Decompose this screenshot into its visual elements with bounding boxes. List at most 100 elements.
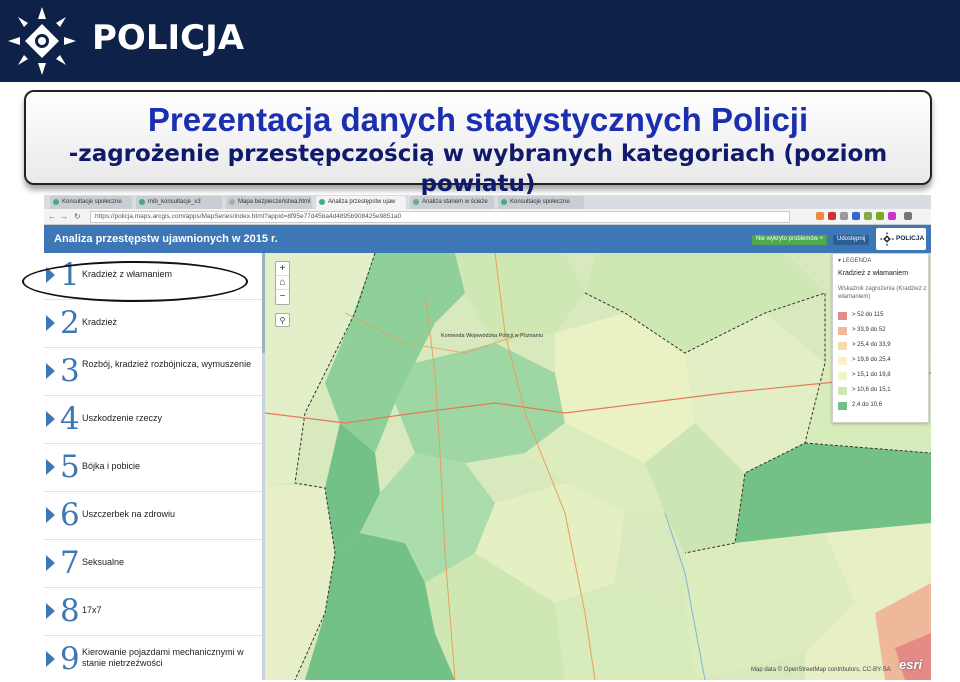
forward-icon[interactable]: → (60, 212, 68, 221)
legend-subtitle: Wskaźnik zagrożenia (Kradzież z włamanie… (838, 286, 927, 300)
page-subtitle: -zagrożenie przestępczością w wybranych … (68, 141, 888, 197)
legend-swatch (838, 372, 847, 380)
tab-favicon-icon (53, 199, 59, 205)
extension-icon[interactable] (864, 212, 872, 220)
browser-tab[interactable]: Konsultacje społeczne (498, 196, 584, 209)
extension-icon[interactable] (876, 212, 884, 220)
app-logo: POLICJA (876, 228, 926, 250)
choropleth-map[interactable]: + ⌂ − ⚲ Komenda Wojewódzka Policji w Poz… (265, 253, 931, 680)
item-label: Kradzież (82, 317, 118, 327)
legend-label: > 52 do 115 (852, 312, 884, 318)
legend-layer-title: Kradzież z włamaniem (838, 270, 909, 277)
arrow-icon (46, 459, 55, 475)
slide: POLICJA Prezentacja danych statystycznyc… (0, 0, 960, 682)
url-field[interactable]: https://policja.maps.arcgis.com/apps/Map… (90, 211, 790, 223)
header-banner: POLICJA (0, 0, 960, 82)
legend-label: 2,4 do 10,6 (852, 402, 883, 408)
item-label: 17x7 (82, 605, 102, 615)
tab-favicon-icon (139, 199, 145, 205)
police-star-icon (879, 231, 895, 247)
app-title: Analiza przestępstw ujawnionych w 2015 r… (54, 233, 278, 245)
legend-row: > 10,6 do 15,1 (838, 386, 928, 396)
extension-icon[interactable] (828, 212, 836, 220)
sidebar-item-2[interactable]: 2 Kradzież (44, 301, 262, 348)
legend-row: > 33,9 do 52 (838, 326, 928, 336)
legend-swatch (838, 312, 847, 320)
sidebar-item-8[interactable]: 8 17x7 (44, 589, 262, 636)
reload-icon[interactable]: ↻ (74, 212, 81, 221)
legend-swatch (838, 387, 847, 395)
brand-name: POLICJA (92, 18, 245, 58)
item-number: 6 (60, 497, 80, 533)
arrow-icon (46, 507, 55, 523)
legend-swatch (838, 357, 847, 365)
zoom-in-button[interactable]: + (276, 262, 289, 276)
sidebar-item-4[interactable]: 4 Uszkodzenie rzeczy (44, 397, 262, 444)
tab-favicon-icon (413, 199, 419, 205)
title-box: Prezentacja danych statystycznych Policj… (24, 90, 932, 197)
item-number: 2 (60, 305, 80, 341)
map-attribution: Map data © OpenStreetMap contributors, C… (751, 667, 891, 673)
report-problems-button[interactable]: Nie wykryto problemów × (752, 235, 828, 245)
browser-tab[interactable]: mib_konsultacje_v3 (136, 196, 222, 209)
browser-tab[interactable]: Konsultacje społeczne (50, 196, 132, 209)
item-number: 5 (60, 449, 80, 485)
sidebar-item-5[interactable]: 5 Bójka i pobicie (44, 445, 262, 492)
legend-row: 2,4 do 10,6 (838, 401, 928, 411)
item-number: 3 (60, 353, 80, 389)
legend-header[interactable]: ▾ LEGENDA (838, 257, 871, 264)
address-bar: ← → ↻ https://policja.maps.arcgis.com/ap… (44, 209, 931, 225)
extension-icon[interactable] (816, 212, 824, 220)
item-number: 8 (60, 593, 80, 629)
tab-favicon-icon (501, 199, 507, 205)
browser-tab[interactable]: Analiza stanem w ścieże (410, 196, 494, 209)
browser-tab-strip: Konsultacje społeczne mib_konsultacje_v3… (44, 195, 931, 209)
item-label: Bójka i pobicie (82, 461, 141, 471)
legend-label: > 10,6 do 15,1 (852, 387, 891, 393)
map-legend: ▾ LEGENDA Kradzież z włamaniem Wskaźnik … (832, 253, 929, 423)
share-button[interactable]: Udostępnij (833, 235, 870, 245)
legend-swatch (838, 402, 847, 410)
item-number: 7 (60, 545, 80, 581)
legend-swatch (838, 327, 847, 335)
extension-icon[interactable] (840, 212, 848, 220)
police-star-icon (8, 7, 76, 75)
browser-tab-active[interactable]: Analiza przestępstw ujaw (316, 196, 406, 209)
extension-icon[interactable] (852, 212, 860, 220)
item-label: Uszkodzenie rzeczy (82, 413, 163, 423)
legend-label: > 19,8 do 25,4 (852, 357, 891, 363)
legend-label: > 25,4 do 33,9 (852, 342, 891, 348)
sidebar-item-9[interactable]: 9 Kierowanie pojazdami mechanicznymi w s… (44, 637, 262, 680)
arrow-icon (46, 363, 55, 379)
home-button[interactable]: ⌂ (276, 276, 289, 290)
item-label: Uszczerbek na zdrowiu (82, 509, 176, 519)
map-search-button[interactable]: ⚲ (275, 313, 290, 327)
arrow-icon (46, 411, 55, 427)
zoom-out-button[interactable]: − (276, 290, 289, 304)
legend-swatch (838, 342, 847, 350)
legend-label: > 33,9 do 52 (852, 327, 886, 333)
menu-icon[interactable] (904, 212, 912, 220)
arrow-icon (46, 651, 55, 667)
arrow-icon (46, 603, 55, 619)
category-sidebar: 1 Kradzież z włamaniem 2 Kradzież 3 Rozb… (44, 253, 265, 680)
app-header: Analiza przestępstw ujawnionych w 2015 r… (44, 225, 931, 253)
page-title: Prezentacja danych statystycznych Policj… (147, 101, 809, 138)
item-label: Seksualne (82, 557, 125, 567)
tab-label: Analiza przestępstw ujaw (328, 199, 396, 205)
sidebar-item-6[interactable]: 6 Uszczerbek na zdrowiu (44, 493, 262, 540)
arrow-icon (46, 315, 55, 331)
tab-label: mib_konsultacje_v3 (148, 199, 201, 205)
sidebar-item-3[interactable]: 3 Rozbój, kradzież rozbójnicza, wymuszen… (44, 349, 262, 396)
legend-row: > 19,8 do 25,4 (838, 356, 928, 366)
item-number: 4 (60, 401, 80, 437)
browser-tab[interactable]: Mapa bezpieczeństwa.html (226, 196, 312, 209)
extension-icon[interactable] (888, 212, 896, 220)
legend-row: > 52 do 115 (838, 311, 928, 321)
item-number: 9 (60, 641, 80, 677)
tab-label: Konsultacje społeczne (62, 199, 122, 205)
item-label: Rozbój, kradzież rozbójnicza, wymuszenie (82, 359, 252, 369)
tab-favicon-icon (319, 199, 325, 205)
sidebar-item-7[interactable]: 7 Seksualne (44, 541, 262, 588)
back-icon[interactable]: ← (48, 212, 56, 221)
